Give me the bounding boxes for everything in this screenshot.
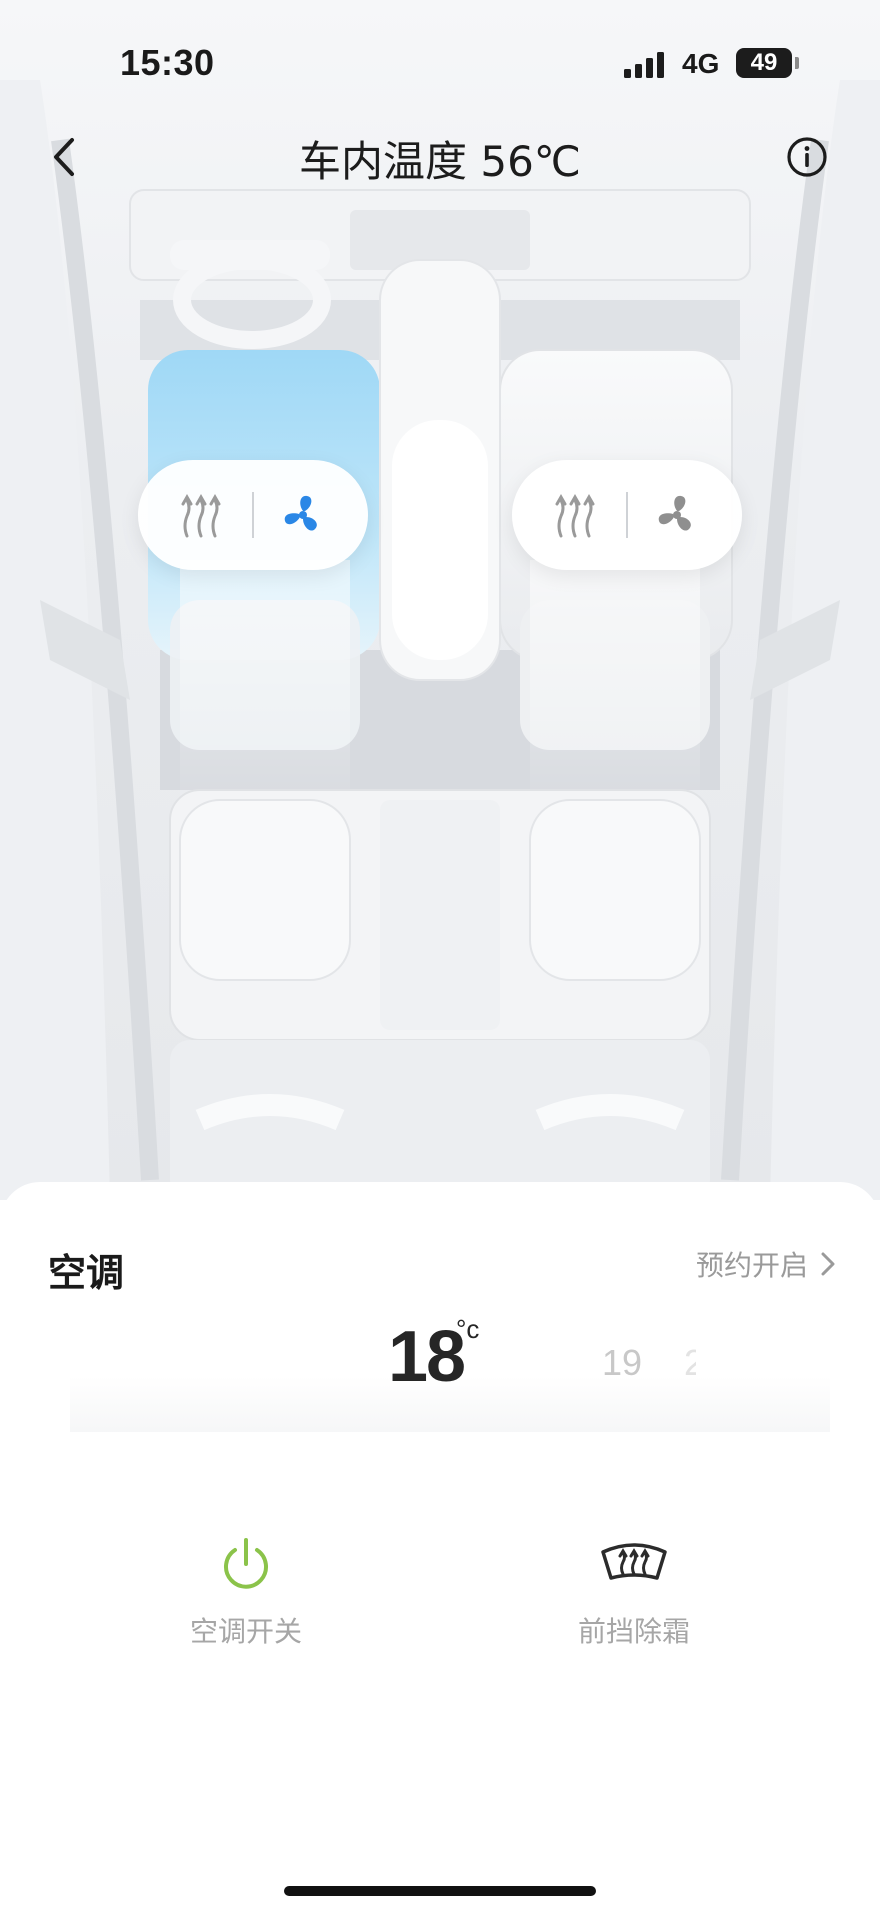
power-icon	[224, 1538, 268, 1589]
ac-power-label: 空调开关	[189, 1615, 302, 1648]
temperature-picker[interactable]: 18 °c 19 2	[70, 1292, 830, 1432]
front-defrost-icon	[601, 1543, 667, 1580]
schedule-button[interactable]: 预约开启	[696, 1244, 838, 1284]
passenger-seat-controls	[512, 460, 742, 570]
home-indicator[interactable]	[284, 1886, 596, 1896]
ac-power-button[interactable]: 空调开关	[136, 1534, 356, 1650]
battery-tip	[795, 57, 799, 69]
temperature-option[interactable]: 19	[602, 1342, 642, 1384]
chevron-right-icon	[821, 1252, 835, 1276]
temperature-option[interactable]: 2	[684, 1342, 696, 1384]
network-type: 4G	[682, 48, 720, 79]
status-bar: 15:30 4G 49	[0, 0, 880, 120]
battery-icon: 49	[736, 48, 792, 78]
status-time: 15:30	[120, 42, 215, 83]
seat-ventilation-icon[interactable]	[652, 490, 702, 540]
temperature-current: 18	[388, 1317, 466, 1397]
info-icon[interactable]	[786, 136, 828, 178]
pill-divider	[252, 492, 254, 538]
cellular-signal-icon	[624, 52, 664, 78]
front-defrost-label: 前挡除霜	[577, 1615, 690, 1648]
seat-heat-icon[interactable]	[178, 488, 224, 542]
climate-control-sheet: 空调 预约开启 18 °c 19 2 空调开关 前挡除霜	[0, 1182, 880, 1912]
section-title: 空调	[48, 1251, 125, 1295]
page-title: 车内温度 56℃	[299, 137, 581, 186]
pill-divider	[626, 492, 628, 538]
driver-seat-controls	[138, 460, 368, 570]
front-defrost-button[interactable]: 前挡除霜	[524, 1534, 744, 1650]
battery-level: 49	[750, 49, 778, 76]
schedule-label: 预约开启	[695, 1249, 808, 1282]
temperature-unit: °c	[456, 1314, 480, 1344]
seat-ventilation-icon[interactable]	[278, 490, 328, 540]
seat-heat-icon[interactable]	[552, 488, 598, 542]
